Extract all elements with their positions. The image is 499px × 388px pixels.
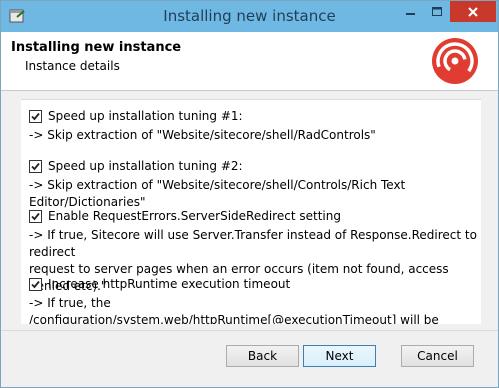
option-speed-up-2: Speed up installation tuning #2: -> Skip… bbox=[29, 158, 481, 211]
execution-timeout-checkbox[interactable] bbox=[29, 277, 42, 291]
page-title: Installing new instance bbox=[11, 40, 182, 55]
installer-window: Installing new instance Installing new i… bbox=[0, 0, 499, 388]
options-area: Speed up installation tuning #1: -> Skip… bbox=[1, 91, 498, 330]
minimize-icon bbox=[406, 12, 415, 15]
speed-up-2-label[interactable]: Speed up installation tuning #2: bbox=[48, 159, 243, 173]
sitecore-logo-icon bbox=[432, 38, 478, 84]
server-side-redirect-checkbox[interactable] bbox=[29, 209, 42, 223]
minimize-button[interactable] bbox=[398, 1, 424, 22]
close-button[interactable] bbox=[450, 1, 496, 22]
options-panel[interactable]: Speed up installation tuning #1: -> Skip… bbox=[21, 99, 481, 324]
speed-up-2-checkbox[interactable] bbox=[29, 159, 42, 173]
check-icon bbox=[31, 162, 40, 170]
option-execution-timeout: Increase httpRuntime execution timeout -… bbox=[29, 276, 481, 324]
title-bar[interactable]: Installing new instance bbox=[1, 1, 498, 32]
next-button[interactable]: Next bbox=[303, 345, 376, 367]
execution-timeout-description: -> If true, the /configuration/system.we… bbox=[29, 296, 439, 324]
page-subtitle: Instance details bbox=[25, 59, 120, 73]
speed-up-1-description: -> Skip extraction of "Website/sitecore/… bbox=[29, 128, 376, 142]
wizard-header: Installing new instance Instance details bbox=[1, 32, 498, 91]
speed-up-1-label[interactable]: Speed up installation tuning #1: bbox=[48, 109, 243, 123]
server-side-redirect-label[interactable]: Enable RequestErrors.ServerSideRedirect … bbox=[48, 209, 341, 223]
maximize-button[interactable] bbox=[424, 1, 450, 22]
option-speed-up-1: Speed up installation tuning #1: -> Skip… bbox=[29, 108, 376, 144]
check-icon bbox=[31, 212, 40, 220]
speed-up-2-description: -> Skip extraction of "Website/sitecore/… bbox=[29, 178, 406, 209]
maximize-icon bbox=[432, 6, 442, 16]
execution-timeout-label[interactable]: Increase httpRuntime execution timeout bbox=[48, 277, 290, 291]
close-icon bbox=[468, 6, 478, 17]
check-icon bbox=[31, 112, 40, 120]
speed-up-1-checkbox[interactable] bbox=[29, 109, 42, 123]
cancel-button[interactable]: Cancel bbox=[401, 345, 474, 367]
back-button[interactable]: Back bbox=[226, 345, 299, 367]
wizard-footer: Back Next Cancel bbox=[1, 330, 498, 387]
check-icon bbox=[31, 280, 40, 288]
